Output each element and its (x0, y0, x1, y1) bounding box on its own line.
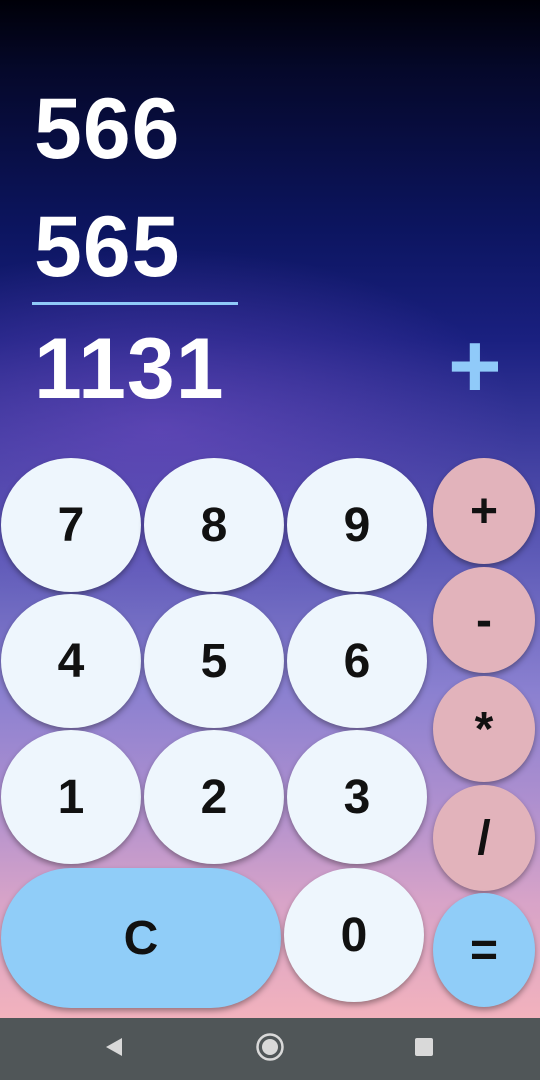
home-button[interactable] (240, 1018, 300, 1080)
first-operand: 566 (34, 81, 181, 177)
key-8[interactable]: 8 (144, 458, 284, 592)
result-divider (32, 302, 238, 305)
key-5[interactable]: 5 (144, 594, 284, 728)
second-operand: 565 (34, 199, 181, 295)
home-icon (255, 1032, 285, 1067)
recents-icon (414, 1037, 434, 1062)
plus-button[interactable]: + (433, 458, 535, 564)
key-2[interactable]: 2 (144, 730, 284, 864)
navigation-bar (0, 1018, 540, 1080)
back-button[interactable] (84, 1018, 144, 1080)
multiply-button[interactable]: * (433, 676, 535, 782)
operator-indicator: + (448, 315, 502, 417)
key-7[interactable]: 7 (1, 458, 141, 592)
recents-button[interactable] (394, 1018, 454, 1080)
key-3[interactable]: 3 (287, 730, 427, 864)
key-9[interactable]: 9 (287, 458, 427, 592)
key-0[interactable]: 0 (284, 868, 424, 1002)
divide-button[interactable]: / (433, 785, 535, 891)
minus-button[interactable]: - (433, 567, 535, 673)
key-4[interactable]: 4 (1, 594, 141, 728)
key-6[interactable]: 6 (287, 594, 427, 728)
clear-button[interactable]: C (1, 868, 281, 1008)
equals-button[interactable]: = (433, 893, 535, 1007)
back-icon (103, 1036, 125, 1063)
result-value: 1131 (34, 321, 225, 417)
key-1[interactable]: 1 (1, 730, 141, 864)
